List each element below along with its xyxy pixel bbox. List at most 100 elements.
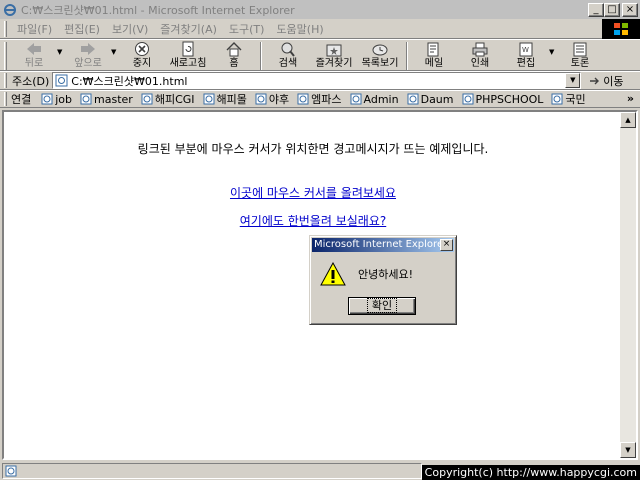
link-label: 해피CGI [154, 93, 195, 106]
menu-help[interactable]: 도움말(H) [270, 21, 329, 37]
ie-link-icon [255, 93, 267, 105]
favorites-button[interactable]: 즐겨찾기 [311, 40, 357, 71]
maximize-button[interactable]: □ [604, 2, 620, 17]
address-label: 주소(D) [12, 74, 50, 88]
edit-label: 편집 [516, 58, 536, 69]
stop-button[interactable]: 중지 [119, 40, 165, 71]
link-label: Daum [420, 92, 454, 106]
scroll-up-arrow-icon[interactable]: ▲ [620, 112, 636, 128]
edit-dropdown-icon[interactable]: ▼ [549, 48, 557, 56]
link-label: 야후 [268, 93, 290, 106]
svg-text:W: W [522, 46, 529, 54]
history-button[interactable]: 목록보기 [357, 40, 403, 71]
discuss-button[interactable]: 토론 [557, 40, 603, 71]
back-dropdown-icon[interactable]: ▼ [57, 48, 65, 56]
forward-arrow-icon [81, 43, 95, 55]
ie-page-icon [55, 74, 68, 87]
search-button[interactable]: 검색 [265, 40, 311, 71]
forward-button[interactable]: 앞으로 [65, 40, 111, 71]
address-grip[interactable] [4, 73, 7, 88]
ie-status-page-icon [5, 465, 17, 477]
forward-dropdown-icon[interactable]: ▼ [111, 48, 119, 56]
link-kookmin[interactable]: 국민 [547, 91, 589, 107]
refresh-button[interactable]: 새로고침 [165, 40, 211, 71]
ie-logo-icon [4, 3, 16, 16]
link-label: master [94, 92, 133, 106]
ie-link-icon [350, 93, 362, 105]
menu-file[interactable]: 파일(F) [11, 21, 58, 37]
dialog-title-bar: Microsoft Internet Explorer × [312, 238, 454, 252]
links-grip[interactable] [4, 92, 7, 106]
menu-view[interactable]: 보기(V) [106, 21, 154, 37]
refresh-icon [182, 41, 194, 57]
address-input[interactable]: C:₩스크린샷₩01.html ▼ [52, 72, 582, 89]
menu-grip[interactable] [4, 20, 7, 37]
dialog-ok-label: 확인 [366, 298, 398, 313]
link-label: 해피몰 [216, 93, 247, 106]
status-text-cell [2, 463, 422, 479]
print-label: 인쇄 [470, 58, 490, 69]
link-label: 국민 [565, 93, 586, 106]
mail-icon [427, 42, 439, 57]
favorites-label: 즐겨찾기 [315, 58, 353, 69]
go-button[interactable]: 이동 [589, 73, 624, 89]
links-more-chevron-icon[interactable]: » [627, 92, 634, 105]
ie-link-icon [551, 93, 563, 105]
edit-button[interactable]: W 편집 [503, 40, 549, 71]
dialog-message: 안녕하세요! [358, 268, 414, 281]
home-icon [226, 42, 242, 57]
link-label: Admin [363, 92, 399, 106]
link-happycgi[interactable]: 해피CGI [137, 91, 199, 107]
close-window-button[interactable]: × [622, 2, 638, 17]
page-message: 링크된 부분에 마우스 커서가 위치한면 경고메시지가 뜨는 예제입니다. [137, 142, 489, 156]
menu-favorites[interactable]: 즐겨찾기(A) [154, 21, 223, 37]
mail-label: 메일 [424, 58, 444, 69]
back-button[interactable]: 뒤로 [11, 40, 57, 71]
stop-icon [135, 42, 149, 56]
link-master[interactable]: master [76, 93, 137, 106]
ie-link-icon [407, 93, 419, 105]
link-phpschool[interactable]: PHPSCHOOL [458, 93, 548, 106]
windows-logo-throbber [602, 19, 640, 39]
print-icon [472, 42, 488, 57]
copyright-overlay: Copyright(c) http://www.happycgi.com [421, 465, 640, 480]
mail-button[interactable]: 메일 [411, 40, 457, 71]
toolbar-grip[interactable] [4, 42, 7, 70]
alert-dialog: Microsoft Internet Explorer × 안녕하세요! 확인 [309, 235, 457, 325]
ie-link-icon [462, 93, 473, 105]
hover-link-2[interactable]: 여기에도 한번올려 보실래요? [240, 214, 386, 228]
minimize-button[interactable]: _ [588, 2, 604, 17]
discuss-icon [573, 42, 587, 57]
link-yahoo[interactable]: 야후 [251, 91, 293, 107]
vertical-scrollbar[interactable]: ▲ ▼ [620, 112, 636, 458]
forward-label: 앞으로 [74, 58, 102, 69]
ie-link-icon [297, 93, 309, 105]
link-empas[interactable]: 엠파스 [293, 91, 345, 107]
link-label: PHPSCHOOL [475, 92, 544, 106]
standard-toolbar: 뒤로 ▼ 앞으로 ▼ 중지 새로고침 홈 검색 즐겨찾기 목록보기 메일 인쇄 … [0, 39, 640, 71]
link-job[interactable]: job [37, 93, 76, 106]
back-arrow-icon [27, 43, 41, 55]
windows-flag-icon [614, 23, 628, 35]
link-daum[interactable]: Daum [403, 93, 458, 106]
history-label: 목록보기 [361, 58, 399, 69]
stop-label: 중지 [132, 58, 152, 69]
menu-edit[interactable]: 편집(E) [58, 21, 106, 37]
home-label: 홈 [229, 58, 239, 69]
hover-link-1[interactable]: 이곳에 마우스 커서를 올려보세요 [230, 186, 396, 200]
dialog-title: Microsoft Internet Explorer [314, 239, 448, 250]
discuss-label: 토론 [570, 58, 590, 69]
link-admin[interactable]: Admin [346, 93, 403, 106]
address-dropdown-icon[interactable]: ▼ [565, 73, 581, 88]
status-bar: Copyright(c) http://www.happycgi.com [0, 462, 640, 480]
dialog-ok-button[interactable]: 확인 [348, 297, 416, 315]
home-button[interactable]: 홈 [211, 40, 257, 71]
menu-tools[interactable]: 도구(T) [223, 21, 271, 37]
link-happymall[interactable]: 해피몰 [199, 91, 251, 107]
ie-link-icon [80, 93, 92, 105]
warning-icon [320, 262, 346, 286]
scroll-down-arrow-icon[interactable]: ▼ [620, 442, 636, 458]
print-button[interactable]: 인쇄 [457, 40, 503, 71]
dialog-close-button[interactable]: × [440, 239, 453, 251]
menu-bar: 파일(F) 편집(E) 보기(V) 즐겨찾기(A) 도구(T) 도움말(H) [0, 19, 640, 39]
